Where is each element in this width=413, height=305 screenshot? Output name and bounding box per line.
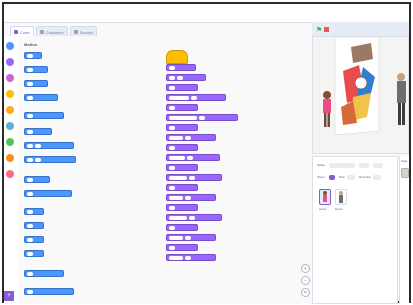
category-sensing[interactable] xyxy=(6,122,14,130)
palette-block[interactable] xyxy=(24,288,74,295)
direction-label: Direction xyxy=(359,175,371,179)
category-operators[interactable] xyxy=(6,138,14,146)
speaker-icon xyxy=(73,30,78,34)
script-block[interactable] xyxy=(166,164,198,171)
palette-block[interactable] xyxy=(24,190,72,197)
palette-block[interactable] xyxy=(24,176,50,183)
category-my-blocks[interactable] xyxy=(6,170,14,178)
category-sound[interactable] xyxy=(6,74,14,82)
palette-block[interactable] xyxy=(24,52,42,59)
palette-block[interactable] xyxy=(24,128,52,135)
stop-icon[interactable] xyxy=(324,27,329,32)
stage-label: Stage xyxy=(401,160,408,163)
extension-icon: + xyxy=(7,293,11,299)
zoom-out-button[interactable]: − xyxy=(301,276,310,285)
script-block[interactable] xyxy=(166,94,226,101)
palette-block[interactable] xyxy=(24,222,44,229)
tab-costumes-label: Costumes xyxy=(45,29,64,35)
zoom-out-icon: − xyxy=(304,277,307,284)
script-block[interactable] xyxy=(166,204,198,211)
palette-block[interactable] xyxy=(24,66,48,73)
palette-block[interactable] xyxy=(24,250,44,257)
zoom-in-button[interactable]: + xyxy=(301,264,310,273)
palette-block[interactable] xyxy=(24,142,74,149)
category-events[interactable] xyxy=(6,90,14,98)
x-input[interactable] xyxy=(359,163,369,168)
script-block[interactable] xyxy=(166,194,216,201)
size-input[interactable] xyxy=(347,175,355,180)
show-label: Show xyxy=(317,175,325,179)
stage-selector[interactable]: Stage xyxy=(399,156,409,304)
stage-canvas[interactable] xyxy=(312,36,409,154)
sprite-thumbnail-selected[interactable] xyxy=(319,189,331,205)
sprite-thumb-devin xyxy=(339,191,343,203)
sprite-thumbnail[interactable] xyxy=(335,189,347,205)
script-block[interactable] xyxy=(166,254,216,261)
sprite-pane: Sprite Show Size Direction Avery Devin xyxy=(312,156,398,304)
script-block[interactable] xyxy=(166,244,198,251)
sprite-label: Sprite xyxy=(317,163,325,167)
stage-backdrop xyxy=(313,37,408,153)
y-input[interactable] xyxy=(373,163,383,168)
category-looks[interactable] xyxy=(6,58,14,66)
script-block[interactable] xyxy=(166,144,198,151)
palette-block[interactable] xyxy=(24,270,64,277)
app-window: Code Costumes Sounds Motion + + − = ⚑ Sp… xyxy=(2,2,411,304)
script-block[interactable] xyxy=(166,154,220,161)
script-block[interactable] xyxy=(166,184,198,191)
sprite-name: Devin xyxy=(335,207,343,211)
palette-block[interactable] xyxy=(24,156,76,163)
category-variables[interactable] xyxy=(6,154,14,162)
script-block[interactable] xyxy=(166,84,198,91)
tab-code-label: Code xyxy=(20,29,30,35)
green-flag-icon[interactable]: ⚑ xyxy=(316,26,322,34)
code-icon xyxy=(14,30,18,34)
zoom-reset-icon: = xyxy=(304,289,307,296)
sprite-thumb-avery xyxy=(323,191,327,202)
category-motion[interactable] xyxy=(6,42,14,50)
zoom-reset-button[interactable]: = xyxy=(301,288,310,297)
palette-block[interactable] xyxy=(24,208,44,215)
backdrop-thumbnail[interactable] xyxy=(401,168,409,178)
palette-title: Motion xyxy=(24,42,38,47)
script-block[interactable] xyxy=(166,64,196,71)
palette-block[interactable] xyxy=(24,94,58,101)
size-label: Size xyxy=(339,175,345,179)
show-toggle[interactable] xyxy=(329,175,335,180)
category-control[interactable] xyxy=(6,106,14,114)
script-block[interactable] xyxy=(166,114,238,121)
brush-icon xyxy=(39,30,44,34)
script-workspace[interactable]: + − = xyxy=(76,36,312,304)
script-block[interactable] xyxy=(166,74,206,81)
palette-block[interactable] xyxy=(24,236,44,243)
script-block[interactable] xyxy=(166,124,198,131)
category-menu xyxy=(4,36,19,304)
script-block[interactable] xyxy=(166,214,222,221)
tab-sounds-label: Sounds xyxy=(79,29,94,35)
direction-input[interactable] xyxy=(373,175,381,180)
zoom-in-icon: + xyxy=(304,265,307,272)
block-palette: Motion xyxy=(18,36,77,304)
editor-tabs: Code Costumes Sounds xyxy=(10,26,98,37)
sprite-name-input[interactable] xyxy=(329,163,355,168)
when-flag-clicked-block[interactable] xyxy=(166,50,188,64)
add-extension-button[interactable]: + xyxy=(4,291,14,301)
palette-block[interactable] xyxy=(24,112,64,119)
palette-block[interactable] xyxy=(24,80,48,87)
script-block[interactable] xyxy=(166,104,198,111)
script-block[interactable] xyxy=(166,134,216,141)
script-block[interactable] xyxy=(166,234,216,241)
sprite-name: Avery xyxy=(319,207,327,211)
script-block[interactable] xyxy=(166,224,198,231)
script-block[interactable] xyxy=(166,174,222,181)
menu-bar xyxy=(4,4,409,23)
